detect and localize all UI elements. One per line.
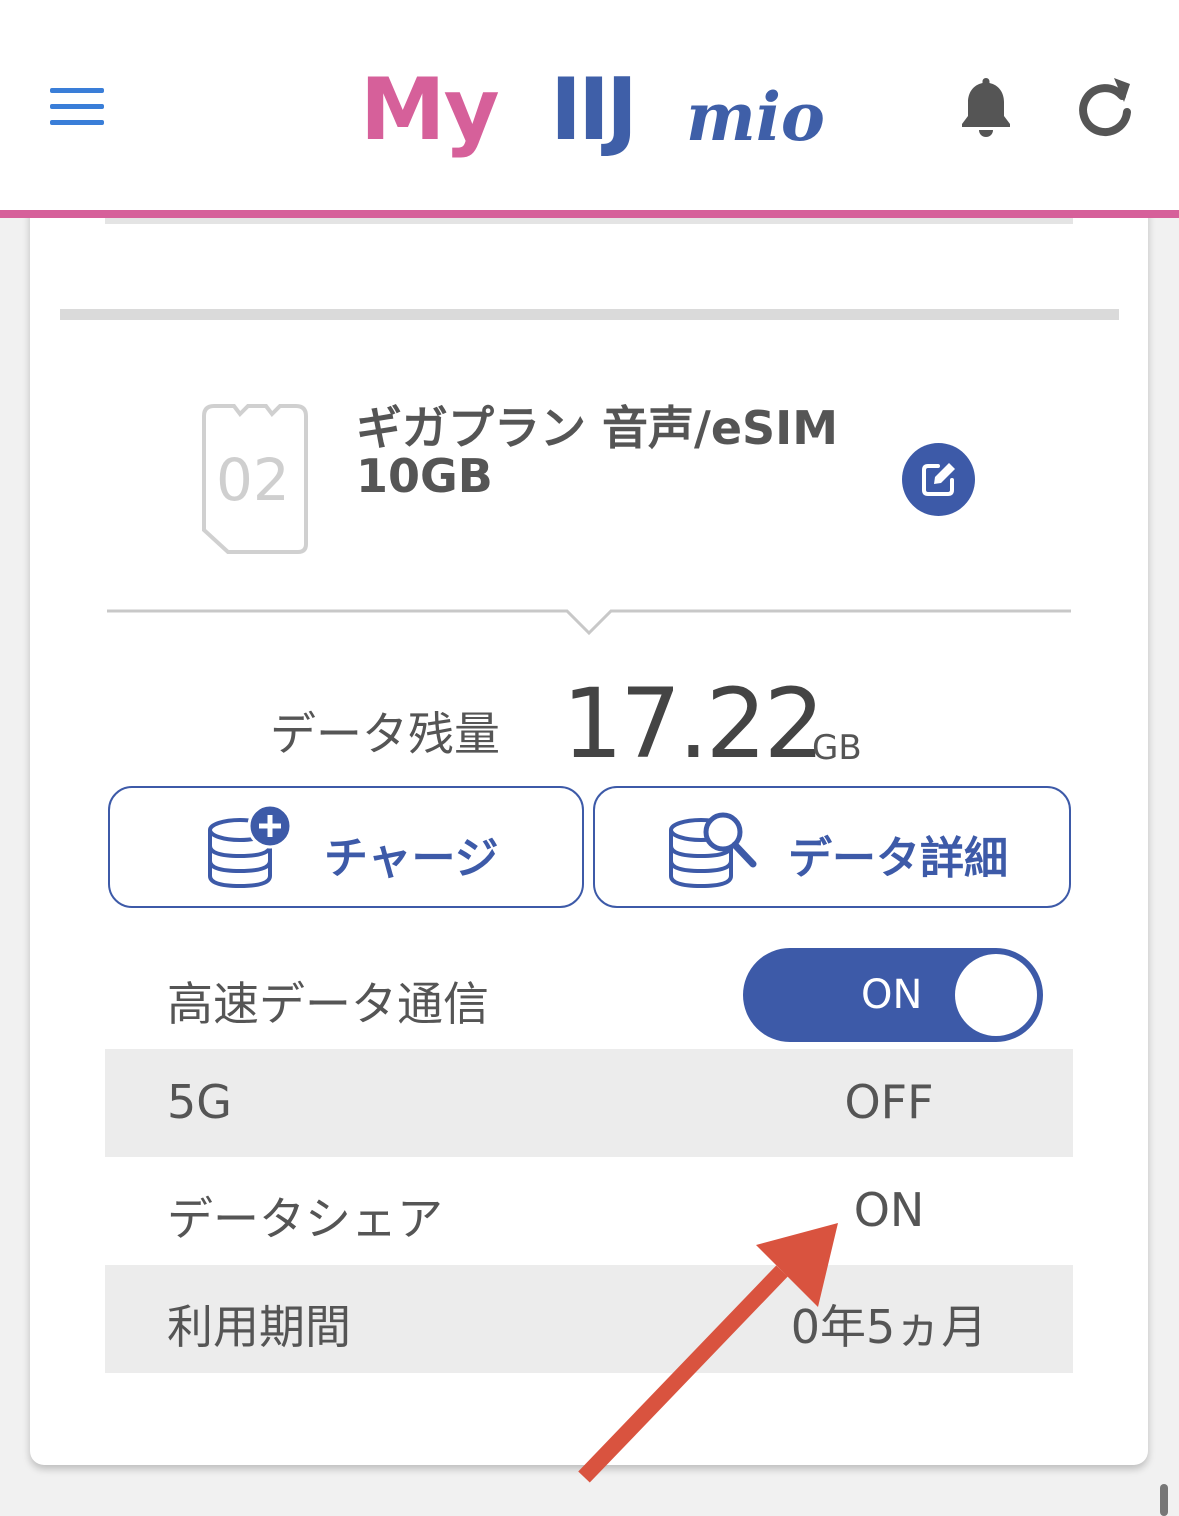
setting-label: 利用期間 [167, 1300, 351, 1354]
setting-value: OFF [844, 1075, 934, 1129]
setting-value: 0年5ヵ月 [790, 1300, 988, 1354]
plan-name-line1: ギガプラン 音声/eSIM [356, 401, 839, 455]
setting-row-data-share: データシェア ON [105, 1157, 1073, 1265]
data-remaining-unit: GB [812, 728, 862, 768]
data-remaining-label: データ残量 [270, 707, 500, 761]
logo-mio: mio [686, 78, 825, 156]
setting-label: 5G [167, 1075, 232, 1129]
app-logo: My IIJ mio [360, 60, 830, 170]
edit-plan-button[interactable] [902, 443, 975, 516]
logo-my: My [360, 60, 500, 160]
setting-label: データシェア [167, 1192, 443, 1246]
app-header: My IIJ mio [0, 0, 1179, 218]
setting-row-5g: 5G OFF [105, 1049, 1073, 1157]
high-speed-toggle[interactable]: ON [743, 948, 1043, 1042]
data-detail-button[interactable]: データ詳細 [593, 786, 1071, 908]
data-detail-button-label: データ詳細 [788, 833, 1008, 884]
setting-row-usage-period: 利用期間 0年5ヵ月 [105, 1265, 1073, 1373]
previous-section-edge [105, 218, 1073, 224]
setting-label: 高速データ通信 [167, 977, 489, 1031]
sim-number: 02 [216, 446, 290, 514]
refresh-icon[interactable] [1074, 74, 1136, 138]
hamburger-menu-icon[interactable] [50, 86, 106, 126]
bell-icon[interactable] [958, 74, 1014, 138]
database-add-icon [208, 804, 293, 889]
charge-button[interactable]: チャージ [108, 786, 584, 908]
toggle-knob [955, 954, 1037, 1036]
plan-name: ギガプラン 音声/eSIM 10GB [356, 404, 896, 500]
setting-value: ON [853, 1183, 925, 1237]
section-separator [60, 309, 1119, 320]
toggle-state-label: ON [861, 972, 923, 1018]
logo-iij: IIJ [550, 60, 638, 160]
scrollbar[interactable] [1160, 1484, 1168, 1516]
plan-name-line2: 10GB [356, 449, 493, 503]
edit-icon [922, 463, 955, 496]
divider-with-notch [107, 609, 1071, 636]
charge-button-label: チャージ [324, 833, 499, 884]
setting-row-high-speed: 高速データ通信 ON [105, 942, 1073, 1050]
data-remaining-value: 17.22 [562, 668, 825, 780]
database-search-icon [669, 812, 757, 889]
